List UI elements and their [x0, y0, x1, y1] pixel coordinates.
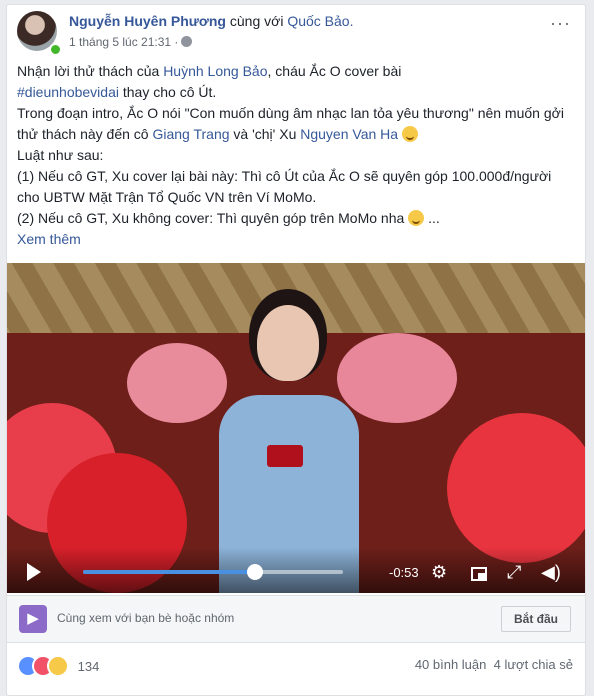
- shares-count[interactable]: 4 lượt chia sẻ: [494, 657, 573, 672]
- smile-emoji-icon: [401, 126, 418, 142]
- tagged-friend-link[interactable]: Quốc Bảo.: [287, 13, 353, 29]
- volume-icon[interactable]: ◀): [541, 563, 561, 581]
- mention-link[interactable]: Huỳnh Long Bảo: [163, 63, 267, 79]
- watch-party-bar: ▶ Cùng xem với bạn bè hoặc nhóm Bắt đầu: [7, 595, 585, 643]
- see-more-link[interactable]: Xem thêm: [17, 231, 81, 247]
- post-title: Nguyễn Huyên Phương cùng với Quốc Bảo.: [69, 13, 353, 29]
- progress-bar[interactable]: [83, 564, 343, 580]
- mention-link[interactable]: Giang Trang: [152, 126, 229, 142]
- more-options-icon[interactable]: ···: [550, 13, 571, 34]
- watch-party-icon: ▶: [19, 605, 47, 633]
- post-header: Nguyễn Huyên Phương cùng với Quốc Bảo. 1…: [17, 9, 575, 57]
- scrubber-handle[interactable]: [246, 564, 263, 580]
- reaction-count[interactable]: 134: [78, 659, 100, 674]
- text-line: (1) Nếu cô GT, Xu cover lại bài này: Thì…: [17, 168, 552, 205]
- reactions-bar: 134 40 bình luận 4 lượt chia sẻ: [17, 655, 573, 679]
- online-status-icon: [49, 43, 62, 56]
- text-line: , cháu Ắc O cover bài: [267, 63, 402, 79]
- text-line: thay cho cô Út.: [118, 84, 217, 100]
- hashtag-link[interactable]: #dieunhobevidai: [17, 84, 119, 100]
- person-head: [257, 305, 319, 381]
- text-line: Nhận lời thử thách của: [17, 63, 164, 79]
- watch-party-text: Cùng xem với bạn bè hoặc nhóm: [57, 611, 235, 625]
- mention-link[interactable]: Nguyen Van Ha: [300, 126, 398, 142]
- start-button[interactable]: Bắt đầu: [500, 606, 571, 632]
- fullscreen-icon[interactable]: ⤢: [507, 563, 521, 581]
- public-globe-icon: [181, 36, 193, 47]
- time-remaining: -0:53: [389, 565, 419, 580]
- text-line: (2) Nếu cô GT, Xu không cover: Thì quyên…: [17, 210, 405, 226]
- comments-count[interactable]: 40 bình luận: [415, 657, 487, 672]
- author-link[interactable]: Nguyễn Huyên Phương: [69, 13, 226, 29]
- post-meta: 1 tháng 5 lúc 21:31 ·: [69, 35, 193, 49]
- text-line: ...: [424, 210, 440, 226]
- picture-in-picture-icon[interactable]: [471, 567, 487, 581]
- smile-emoji-icon: [408, 210, 425, 226]
- post-text: Nhận lời thử thách của Huỳnh Long Bảo, c…: [17, 61, 573, 250]
- flower-pattern: [447, 413, 585, 563]
- video-player[interactable]: -0:53 ⚙ ⤢ ◀): [7, 263, 585, 593]
- haha-reaction-icon[interactable]: [47, 655, 69, 677]
- video-controls: -0:53 ⚙ ⤢ ◀): [7, 547, 585, 593]
- text-line: và 'chị' Xu: [229, 126, 301, 142]
- settings-gear-icon[interactable]: ⚙: [431, 563, 447, 581]
- text-line: Luật như sau:: [17, 147, 104, 163]
- phone: [267, 445, 303, 467]
- play-icon[interactable]: [27, 563, 41, 581]
- post-card: Nguyễn Huyên Phương cùng với Quốc Bảo. 1…: [6, 4, 586, 696]
- with-text: cùng với: [229, 13, 284, 29]
- post-stats: 40 bình luận 4 lượt chia sẻ: [415, 657, 573, 672]
- progress-fill: [83, 570, 255, 574]
- timestamp[interactable]: 1 tháng 5 lúc 21:31 ·: [69, 35, 178, 49]
